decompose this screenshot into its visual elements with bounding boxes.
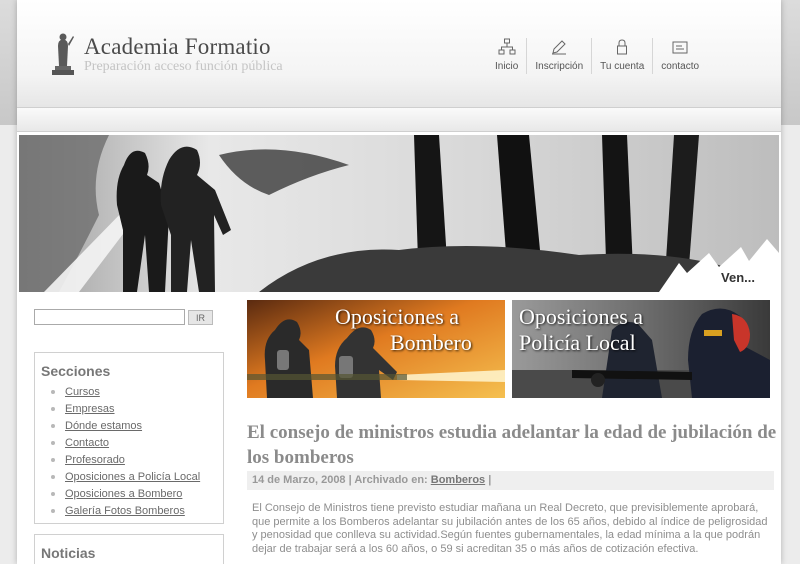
nav-item-inicio[interactable]: Inicio	[487, 38, 526, 74]
archived-prefix: | Archivado en:	[348, 474, 428, 486]
promo-policia-line1: Oposiciones a	[519, 304, 644, 329]
sitemap-icon	[498, 38, 516, 55]
nav-label: Inicio	[495, 61, 519, 72]
site-subtitle: Preparación acceso función pública	[84, 59, 283, 74]
news-title: Noticias	[41, 545, 96, 561]
article-title[interactable]: El consejo de ministros estudia adelanta…	[247, 420, 777, 470]
site-header: Academia Formatio Preparación acceso fun…	[17, 0, 781, 108]
site-title[interactable]: Academia Formatio	[84, 34, 271, 60]
hero-banner[interactable]: Ven...	[19, 135, 779, 292]
main-nav: Inicio Inscripción Tu cuenta contacto	[487, 38, 707, 78]
nav-label: contacto	[661, 61, 700, 72]
sections-list: Cursos Empresas Dónde estamos Contacto P…	[35, 384, 223, 524]
nav-item-contacto[interactable]: contacto	[652, 38, 707, 74]
banner-more-link[interactable]: Ven...	[721, 270, 755, 285]
category-link[interactable]: Bomberos	[431, 474, 485, 486]
list-item: Profesorado	[51, 452, 223, 469]
lock-icon	[617, 39, 628, 55]
page-wrapper: Academia Formatio Preparación acceso fun…	[17, 0, 781, 564]
promo-bombero-line1: Oposiciones a	[335, 304, 460, 329]
nav-label: Inscripción	[535, 61, 584, 72]
nav-item-tu-cuenta[interactable]: Tu cuenta	[591, 38, 652, 74]
header-subbar	[17, 108, 781, 132]
firefighters-banner-image	[19, 135, 779, 292]
section-link-policia-local[interactable]: Oposiciones a Policía Local	[65, 471, 200, 483]
nav-item-inscripcion[interactable]: Inscripción	[526, 38, 591, 74]
list-item: Oposiciones a Policía Local	[51, 469, 223, 486]
nav-label: Tu cuenta	[600, 61, 645, 72]
section-link-empresas[interactable]: Empresas	[65, 403, 115, 415]
statue-logo-icon	[52, 33, 74, 75]
promo-policia-line2: Policía Local	[519, 330, 636, 355]
list-item: Dónde estamos	[51, 418, 223, 435]
section-link-donde-estamos[interactable]: Dónde estamos	[65, 420, 142, 432]
list-item: Empresas	[51, 401, 223, 418]
promo-bombero[interactable]: Oposiciones a Bombero	[247, 300, 505, 398]
search-input[interactable]	[34, 309, 185, 325]
section-link-profesorado[interactable]: Profesorado	[65, 454, 125, 466]
sections-title: Secciones	[41, 363, 111, 379]
pencil-icon	[552, 40, 567, 55]
article-date: 14 de Marzo, 2008	[252, 474, 346, 486]
promo-policia[interactable]: Oposiciones a Policía Local	[512, 300, 770, 398]
list-item: Contacto	[51, 435, 223, 452]
search-button[interactable]: IR	[188, 310, 213, 325]
archived-suffix: |	[488, 474, 492, 486]
mailbox-icon	[672, 41, 688, 54]
list-item: Cursos	[51, 384, 223, 401]
section-link-bombero[interactable]: Oposiciones a Bombero	[65, 488, 182, 500]
list-item: Galería Fotos Bomberos	[51, 503, 223, 520]
article-meta: 14 de Marzo, 2008 | Archivado en: Bomber…	[247, 471, 774, 490]
list-item: Oposiciones a Bombero	[51, 486, 223, 503]
section-link-galeria[interactable]: Galería Fotos Bomberos	[65, 505, 185, 517]
article-body: El Consejo de Ministros tiene previsto e…	[252, 502, 768, 555]
news-box: Noticias	[34, 534, 224, 564]
sections-box: Secciones Cursos Empresas Dónde estamos …	[34, 352, 224, 524]
section-link-cursos[interactable]: Cursos	[65, 386, 100, 398]
promo-bombero-line2: Bombero	[390, 330, 472, 355]
section-link-contacto[interactable]: Contacto	[65, 437, 109, 449]
